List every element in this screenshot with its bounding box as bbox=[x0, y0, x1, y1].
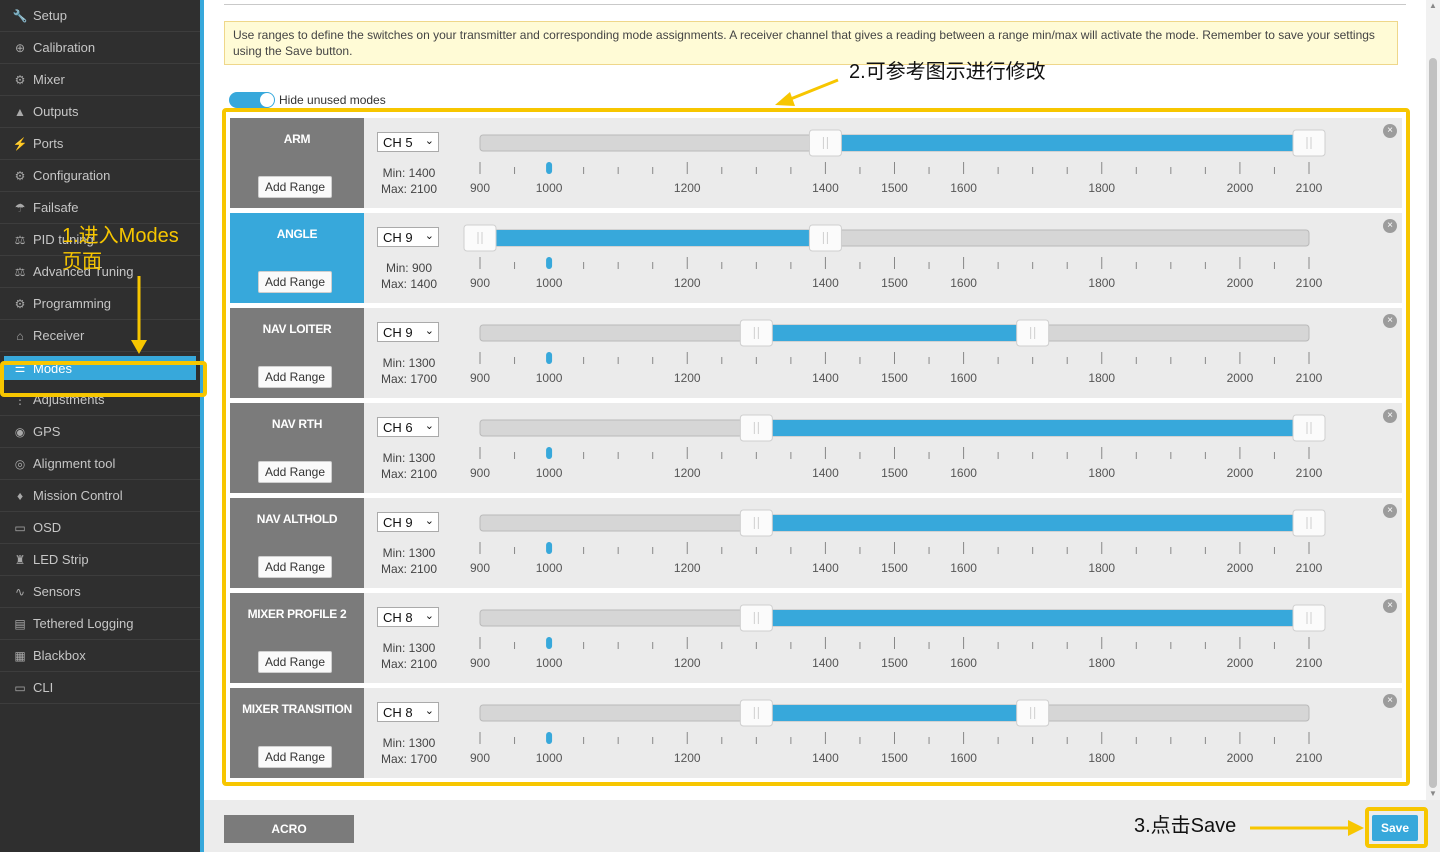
sidebar-item-blackbox[interactable]: ▦ Blackbox bbox=[0, 640, 200, 672]
sidebar-item-label: OSD bbox=[33, 520, 62, 535]
annotation-step3: 3.点击Save bbox=[1134, 815, 1237, 837]
highlight-mode-list bbox=[222, 108, 1410, 786]
sidebar-item-sensors[interactable]: ∿ Sensors bbox=[0, 576, 200, 608]
crosshair-icon: ⊕ bbox=[14, 40, 26, 55]
sidebar-item-setup[interactable]: 🔧 Setup bbox=[0, 0, 200, 32]
annotation-step1: 1.进入Modes页面 bbox=[62, 225, 179, 273]
highlight-save-button bbox=[1365, 807, 1428, 848]
scroll-down-icon[interactable]: ▼ bbox=[1426, 788, 1440, 800]
sidebar-item-label: Mission Control bbox=[33, 488, 123, 503]
sidebar-item-label: Alignment tool bbox=[33, 456, 116, 471]
sidebar-item-ports[interactable]: ⚡ Ports bbox=[0, 128, 200, 160]
osd-icon: ▭ bbox=[14, 520, 26, 535]
hide-unused-modes-label: Hide unused modes bbox=[279, 93, 386, 107]
map-marker-icon: ♦ bbox=[16, 488, 24, 503]
sidebar-item-cli[interactable]: ▭ CLI bbox=[0, 672, 200, 704]
sidebar-item-gps[interactable]: ◉ GPS bbox=[0, 416, 200, 448]
sidebar-item-label: Receiver bbox=[33, 328, 85, 343]
sidebar-item-label: LED Strip bbox=[33, 552, 89, 567]
globe-icon: ◉ bbox=[14, 424, 26, 439]
sidebar-item-receiver[interactable]: ⌂ Receiver bbox=[0, 320, 200, 352]
highlight-modes-menu bbox=[0, 361, 207, 397]
parachute-icon: ☂ bbox=[14, 200, 26, 215]
led-icon: ♜ bbox=[14, 552, 26, 567]
compass-icon: ◎ bbox=[14, 456, 26, 471]
sidebar-item-label: Blackbox bbox=[33, 648, 86, 663]
plug-icon: ⚡ bbox=[12, 136, 28, 151]
sidebar-item-mission-control[interactable]: ♦ Mission Control bbox=[0, 480, 200, 512]
sidebar-item-label: Failsafe bbox=[33, 200, 79, 215]
sidebar-item-osd[interactable]: ▭ OSD bbox=[0, 512, 200, 544]
profile-mode-indicator: ACRO bbox=[224, 815, 354, 843]
info-note: Use ranges to define the switches on you… bbox=[224, 21, 1398, 65]
sidebar-item-label: Setup bbox=[33, 8, 67, 23]
toggle-knob bbox=[260, 93, 274, 107]
sidebar-item-configuration[interactable]: ⚙ Configuration bbox=[0, 160, 200, 192]
sidebar-item-label: Tethered Logging bbox=[33, 616, 134, 631]
output-icon: ▲ bbox=[14, 104, 26, 119]
sidebar-item-outputs[interactable]: ▲ Outputs bbox=[0, 96, 200, 128]
pulse-icon: ∿ bbox=[14, 584, 26, 599]
advanced-tuning-icon: ⚖ bbox=[14, 264, 26, 279]
log-icon: ▤ bbox=[14, 616, 26, 631]
mixer-icon: ⚙ bbox=[14, 72, 26, 87]
sidebar-item-mixer[interactable]: ⚙ Mixer bbox=[0, 64, 200, 96]
blackbox-icon: ▦ bbox=[14, 648, 26, 663]
scroll-up-icon[interactable]: ▲ bbox=[1426, 0, 1440, 12]
sidebar-item-label: Sensors bbox=[33, 584, 81, 599]
sidebar-item-tethered-logging[interactable]: ▤ Tethered Logging bbox=[0, 608, 200, 640]
sidebar-item-failsafe[interactable]: ☂ Failsafe bbox=[0, 192, 200, 224]
sidebar-item-label: Programming bbox=[33, 296, 112, 311]
scrollbar-thumb[interactable] bbox=[1429, 58, 1437, 788]
sidebar-item-label: Mixer bbox=[33, 72, 65, 87]
hide-unused-modes-toggle[interactable] bbox=[229, 92, 275, 108]
gear-icon: ⚙ bbox=[14, 168, 26, 183]
terminal-icon: ▭ bbox=[14, 680, 26, 695]
sidebar-item-label: CLI bbox=[33, 680, 54, 695]
bottom-bar: ACRO Save bbox=[204, 800, 1440, 852]
pid-icon: ⚖ bbox=[14, 232, 26, 247]
annotation-step2: 2.可参考图示进行修改 bbox=[849, 61, 1046, 83]
sidebar-item-label: Configuration bbox=[33, 168, 111, 183]
sidebar-item-programming[interactable]: ⚙ Programming bbox=[0, 288, 200, 320]
sidebar-item-label: GPS bbox=[33, 424, 61, 439]
sidebar-item-calibration[interactable]: ⊕ Calibration bbox=[0, 32, 200, 64]
top-divider bbox=[224, 4, 1406, 5]
sidebar-item-alignment-tool[interactable]: ◎ Alignment tool bbox=[0, 448, 200, 480]
scrollbar[interactable]: ▲ ▼ bbox=[1426, 0, 1440, 800]
wrench-icon: 🔧 bbox=[12, 8, 28, 23]
sidebar-item-led-strip[interactable]: ♜ LED Strip bbox=[0, 544, 200, 576]
sidebar-item-label: Calibration bbox=[33, 40, 96, 55]
sidebar-item-label: Outputs bbox=[33, 104, 79, 119]
sidebar-item-label: Ports bbox=[33, 136, 64, 151]
sidebar: 🔧 Setup ⊕ Calibration ⚙ Mixer ▲ Outputs ⚡ Ports ⚙ C… bbox=[0, 0, 200, 852]
receiver-icon: ⌂ bbox=[16, 328, 24, 343]
gears-icon: ⚙ bbox=[14, 296, 26, 311]
